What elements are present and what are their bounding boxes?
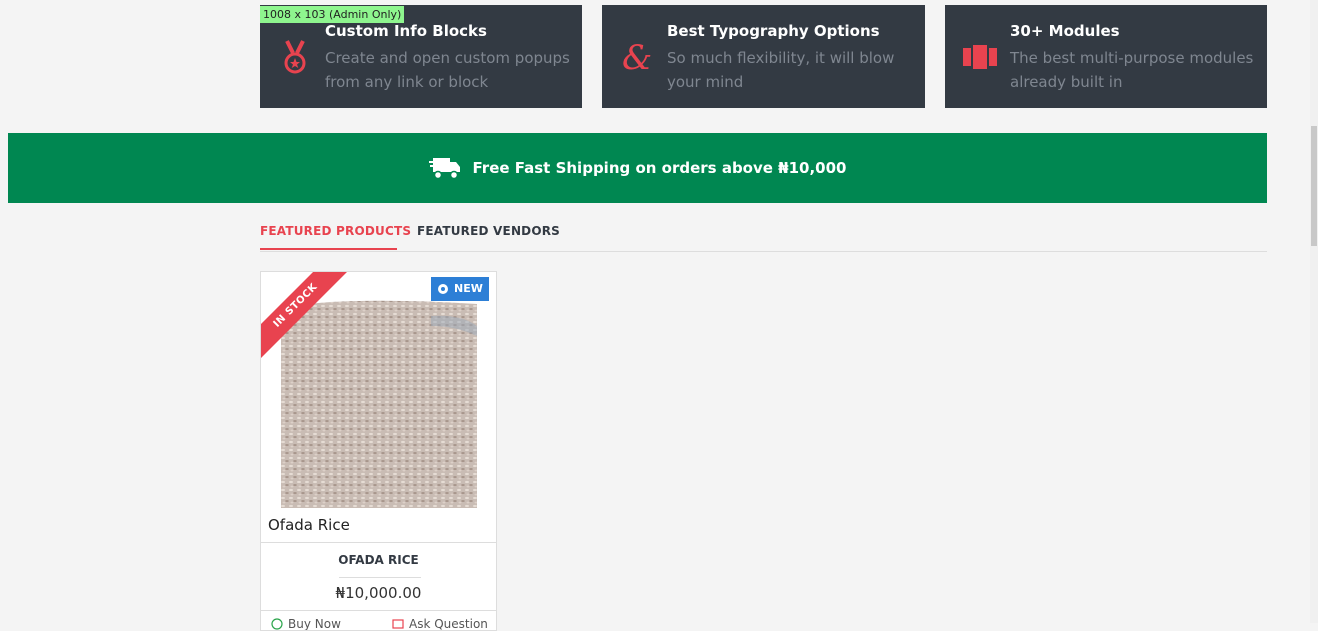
scrollbar-thumb[interactable] [1311,126,1317,246]
gear-icon [438,284,448,294]
buy-now-button[interactable]: Buy Now [271,617,341,631]
product-image[interactable] [281,296,477,508]
card-divider [261,542,496,543]
product-price: ₦10,000.00 [335,584,422,602]
vendor-name[interactable]: OFADA RICE [261,553,496,567]
info-block-title: Custom Info Blocks [325,22,487,40]
info-block-text: The best multi-purpose modules already b… [1010,49,1254,91]
info-block-text: Create and open custom popups from any l… [325,49,570,91]
card-divider [261,610,496,611]
product-card[interactable]: IN STOCK NEW Ofada Rice OFADA RICE ₦10,0… [260,271,497,631]
tab-featured-products[interactable]: FEATURED PRODUCTS [260,224,411,250]
envelope-icon [392,619,404,629]
admin-size-tag: 1008 x 103 (Admin Only) [260,6,405,23]
shipping-banner: Free Fast Shipping on orders above ₦10,0… [8,133,1267,203]
product-name[interactable]: Ofada Rice [268,516,350,534]
check-circle-icon [271,618,283,630]
modules-icon [963,45,997,69]
medal-icon [284,40,306,74]
new-badge-label: NEW [454,282,483,295]
scrollbar[interactable] [1310,0,1318,623]
info-block-typography[interactable]: & Best Typography Options So much flexib… [602,5,925,108]
ask-question-button[interactable]: Ask Question [392,617,488,631]
info-block-modules[interactable]: 30+ Modules The best multi-purpose modul… [945,5,1267,108]
new-badge: NEW [431,277,489,301]
truck-icon [428,158,460,180]
info-block-title: Best Typography Options [667,22,880,40]
buy-now-label: Buy Now [288,617,341,631]
info-block-title: 30+ Modules [1010,22,1120,40]
product-tabs: FEATURED PRODUCTS FEATURED VENDORS [260,222,1267,252]
info-block-text: So much flexibility, it will blow your m… [667,49,895,91]
ampersand-icon: & [622,39,652,75]
tab-featured-vendors[interactable]: FEATURED VENDORS [417,224,560,250]
ask-question-label: Ask Question [409,617,488,631]
card-divider [339,577,421,578]
svg-text:&: & [622,39,652,75]
shipping-text: Free Fast Shipping on orders above ₦10,0… [472,159,847,177]
